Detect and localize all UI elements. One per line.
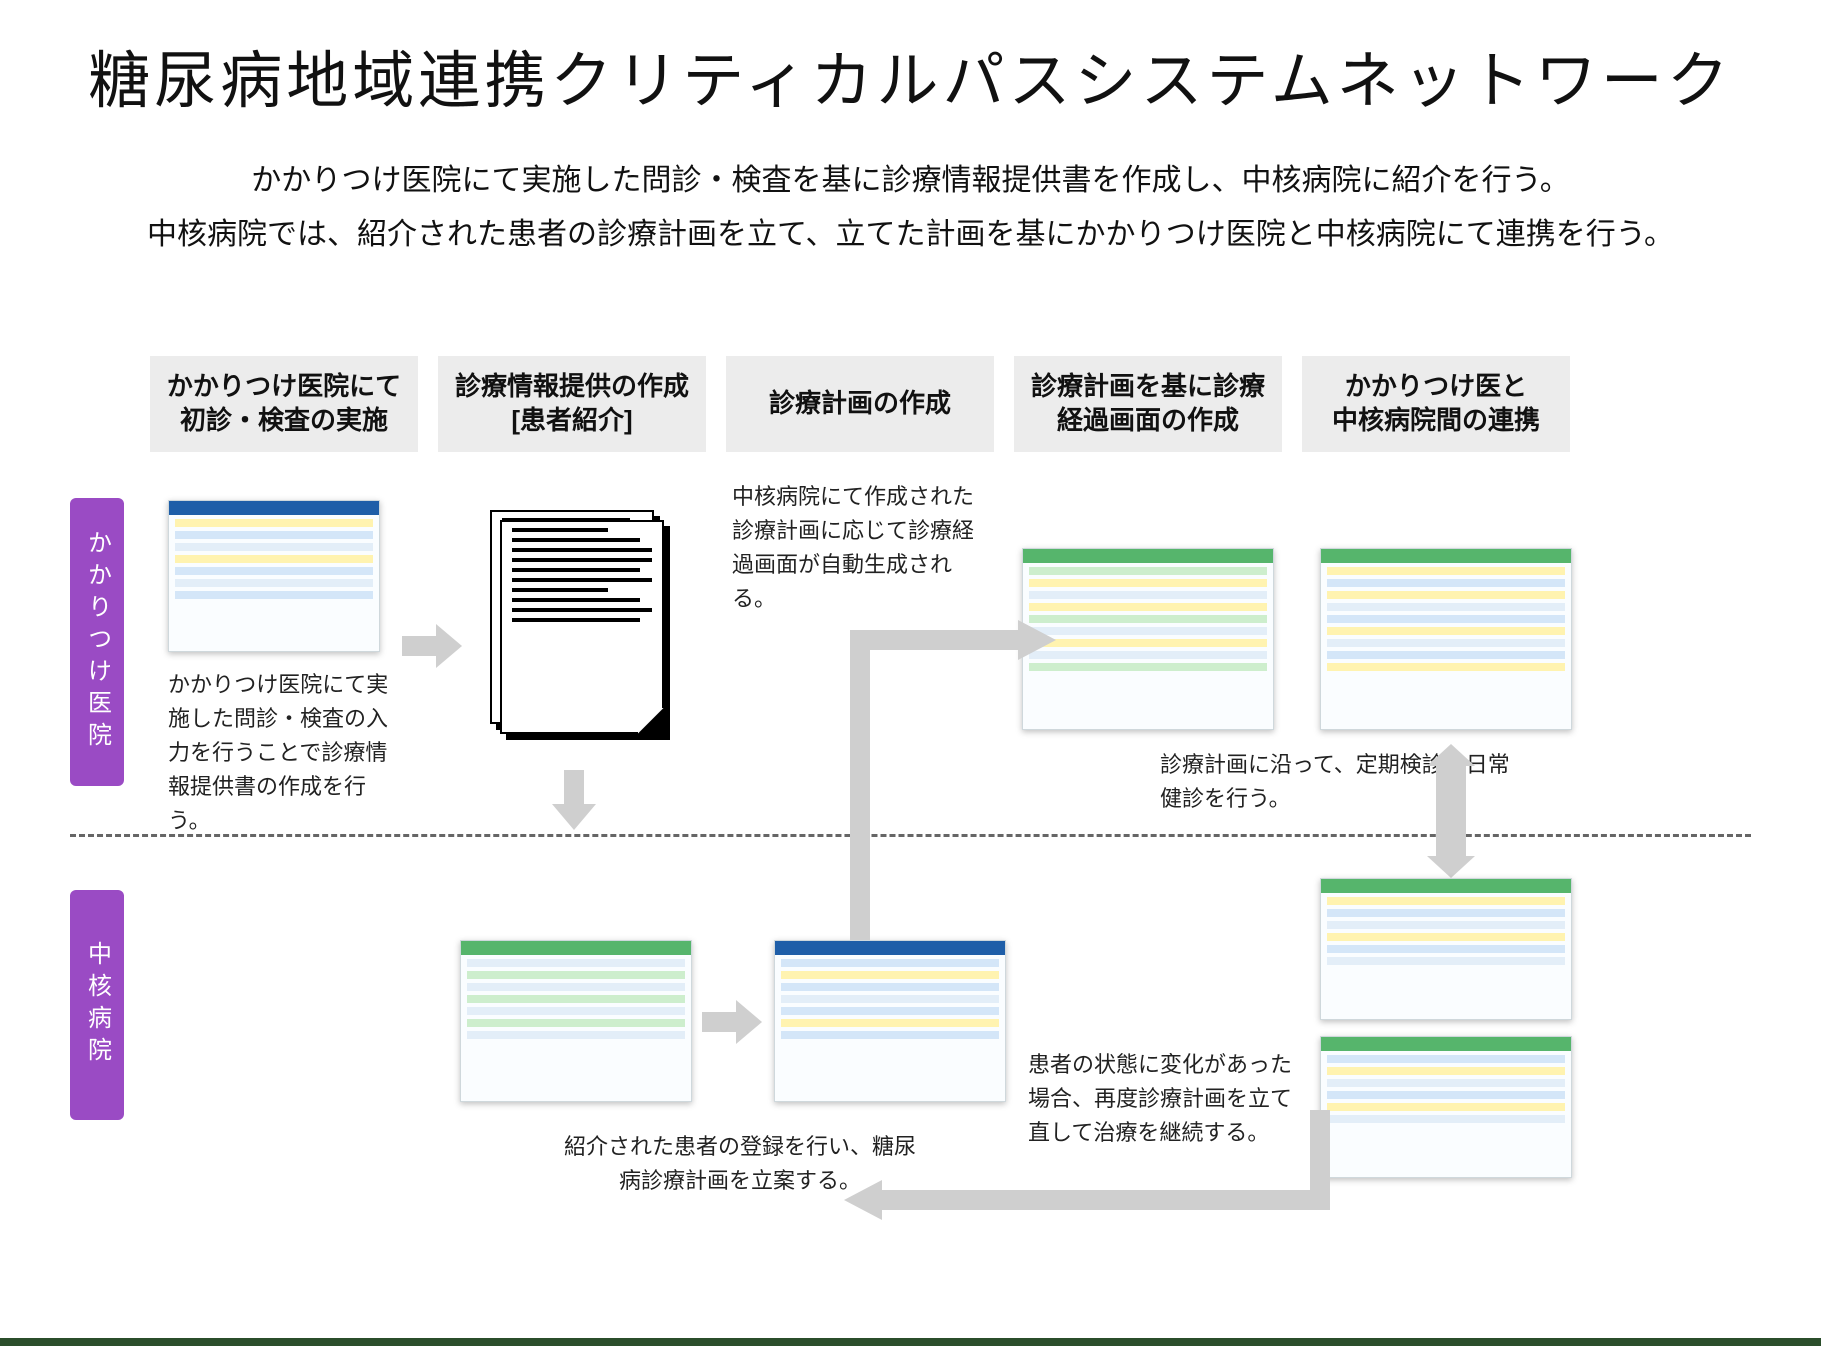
thumb-clinic-form: [168, 500, 380, 652]
subtitle-line-2: 中核病院では、紹介された患者の診療計画を立て、立てた計画を基にかかりつけ医院と中…: [147, 218, 1674, 251]
subtitle-line-1: かかりつけ医院にて実施した問診・検査を基に診療情報提供書を作成し、中核病院に紹介…: [251, 164, 1570, 197]
step-4-line-a: 診療計画を基に診療: [1022, 370, 1274, 404]
step-1-line-b: 初診・検査の実施: [158, 404, 410, 438]
thumb-linkage-clinic: [1320, 548, 1572, 730]
thumb-linkage-core-1: [1320, 878, 1572, 1020]
step-2-line-b: [患者紹介]: [446, 404, 698, 438]
arrow-icon: [702, 1000, 762, 1044]
step-3-line: 診療計画の作成: [734, 387, 986, 421]
step-header-4: 診療計画を基に診療 経過画面の作成: [1014, 356, 1282, 452]
row-label-clinic: かかりつけ医院: [70, 498, 124, 786]
arrow-icon: [402, 624, 462, 668]
step-2-line-a: 診療情報提供の作成: [446, 370, 698, 404]
arrow-elbow-up-icon: [820, 580, 1060, 960]
diagram-page: 糖尿病地域連携クリティカルパスシステムネットワーク かかりつけ医院にて実施した問…: [0, 0, 1821, 1346]
thumb-treatment-plan: [774, 940, 1006, 1102]
page-title: 糖尿病地域連携クリティカルパスシステムネットワーク: [0, 30, 1821, 120]
thumb-referral-document: [500, 520, 664, 734]
arrow-updown-icon: [1436, 766, 1466, 856]
page-subtitle: かかりつけ医院にて実施した問診・検査を基に診療情報提供書を作成し、中核病院に紹介…: [60, 154, 1761, 262]
step-header-5: かかりつけ医と 中核病院間の連携: [1302, 356, 1570, 452]
row-label-core: 中核病院: [70, 890, 124, 1120]
step-header-2: 診療情報提供の作成 [患者紹介]: [438, 356, 706, 452]
step-4-line-b: 経過画面の作成: [1022, 404, 1274, 438]
step-1-line-a: かかりつけ医院にて: [158, 370, 410, 404]
step-header-3: 診療計画の作成: [726, 356, 994, 452]
footer-bar: [0, 1338, 1821, 1346]
thumb-linkage-core-2: [1320, 1036, 1572, 1178]
arrow-down-icon: [552, 770, 596, 830]
arrow-elbow-left-icon: [820, 1110, 1340, 1230]
thumb-patient-register: [460, 940, 692, 1102]
step-header-1: かかりつけ医院にて 初診・検査の実施: [150, 356, 418, 452]
caption-clinic-form: かかりつけ医院にて実施した問診・検査の入力を行うことで診療情報提供書の作成を行う…: [168, 668, 400, 838]
step-5-line-a: かかりつけ医と: [1310, 370, 1562, 404]
step-5-line-b: 中核病院間の連携: [1310, 404, 1562, 438]
